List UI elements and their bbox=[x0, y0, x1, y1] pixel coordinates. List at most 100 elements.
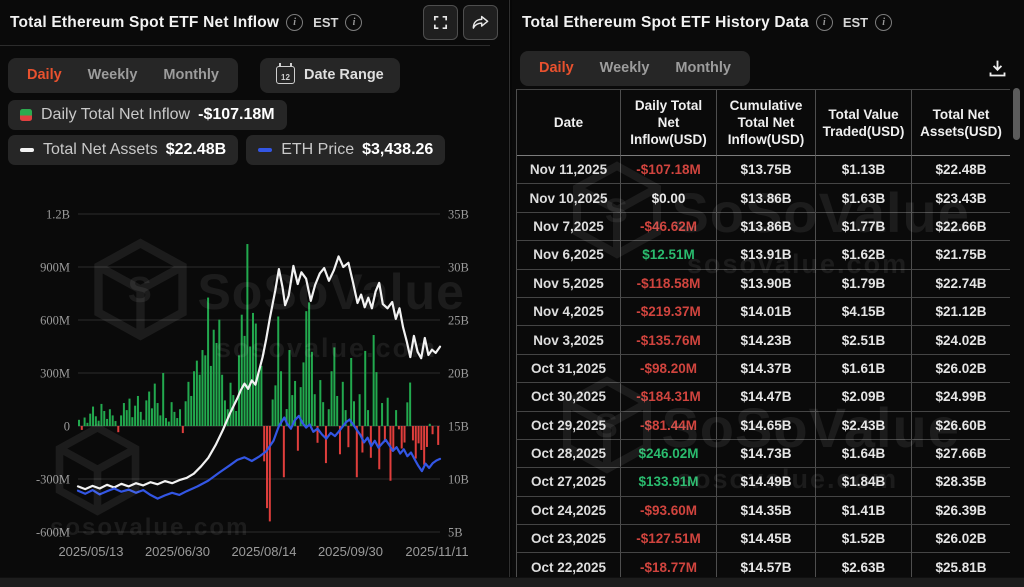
date-range-button[interactable]: 12 Date Range bbox=[259, 57, 400, 93]
inflow-chart[interactable]: S SoSoValue sosovalue.com sosovalue.com … bbox=[0, 182, 508, 578]
table-value-cell: $1.79B bbox=[816, 269, 912, 298]
inflow-bar bbox=[406, 402, 409, 426]
tab-daily[interactable]: Daily bbox=[14, 58, 75, 93]
table-value-cell: $1.84B bbox=[816, 468, 912, 497]
x-axis-tick: 2025/05/13 bbox=[58, 544, 123, 559]
net-inflow-chart-panel: Total Ethereum Spot ETF Net Inflow i EST… bbox=[0, 0, 508, 587]
x-axis-tick: 2025/09/30 bbox=[318, 544, 383, 559]
x-axis-tick: 2025/11/11 bbox=[405, 544, 468, 559]
table-date-cell: Nov 6,2025 bbox=[517, 241, 621, 270]
inflow-bar bbox=[291, 395, 294, 426]
chart-canvas[interactable]: 1.2B 35B 900M 30B 600M 25B 300M 20B 0 15B -300M 10B… bbox=[0, 182, 505, 578]
inflow-bar bbox=[397, 426, 400, 430]
y-axis-left-tick: 900M bbox=[40, 261, 70, 275]
tab-daily[interactable]: Daily bbox=[526, 51, 587, 86]
white-line-marker-icon bbox=[20, 147, 34, 153]
table-value-cell: $21.12B bbox=[912, 298, 1010, 327]
inflow-bar bbox=[353, 401, 356, 426]
inflow-bar bbox=[136, 395, 139, 426]
inflow-bar bbox=[411, 426, 414, 441]
info-icon[interactable]: i bbox=[286, 14, 304, 31]
legend-label: Daily Total Net Inflow bbox=[41, 106, 191, 123]
legend-item-eth-price[interactable]: ETH Price $3,438.26 bbox=[246, 135, 446, 165]
table-value-cell: $1.62B bbox=[816, 241, 912, 270]
table-value-cell: $22.74B bbox=[912, 270, 1010, 298]
inflow-bar bbox=[122, 403, 125, 426]
table-value-cell: -$118.58M bbox=[621, 269, 717, 298]
right-controls: Daily Weekly Monthly bbox=[520, 50, 1016, 86]
fullscreen-button[interactable] bbox=[423, 5, 458, 40]
inflow-bar bbox=[100, 403, 103, 426]
inflow-bar bbox=[268, 426, 271, 522]
inflow-bar bbox=[305, 311, 308, 426]
table-value-cell: $26.39B bbox=[912, 497, 1010, 526]
x-axis-tick: 2025/08/14 bbox=[231, 544, 296, 559]
inflow-bar bbox=[167, 421, 170, 426]
table-date-cell: Nov 3,2025 bbox=[517, 326, 621, 355]
inflow-bar bbox=[114, 421, 117, 426]
inflow-bar bbox=[145, 400, 148, 426]
inflow-bar bbox=[162, 373, 165, 426]
table-scrollbar[interactable] bbox=[1013, 88, 1020, 140]
inflow-bar bbox=[251, 312, 254, 426]
legend-value: $3,438.26 bbox=[362, 141, 434, 158]
info-icon[interactable]: i bbox=[875, 14, 893, 31]
table-value-cell: $13.86B bbox=[717, 212, 816, 242]
inflow-bar bbox=[386, 397, 389, 426]
inflow-bar bbox=[324, 426, 327, 464]
tab-monthly[interactable]: Monthly bbox=[662, 51, 744, 86]
left-controls: Daily Weekly Monthly 12 Date Range bbox=[8, 57, 500, 93]
inflow-bar bbox=[209, 365, 212, 426]
inflow-bar bbox=[266, 426, 269, 509]
table-date-cell: Oct 27,2025 bbox=[517, 468, 621, 497]
inflow-bar bbox=[195, 360, 198, 426]
inflow-bar bbox=[308, 302, 311, 426]
table-value-cell: -$184.31M bbox=[621, 383, 717, 412]
table-value-cell: -$219.37M bbox=[621, 297, 717, 327]
right-panel-header: Total Ethereum Spot ETF History Data i E… bbox=[512, 0, 1024, 45]
inflow-bar bbox=[103, 410, 106, 426]
tab-weekly[interactable]: Weekly bbox=[587, 51, 663, 86]
table-value-cell: -$127.51M bbox=[621, 525, 717, 554]
table-value-cell: $26.02B bbox=[912, 525, 1010, 554]
table-value-cell: $22.48B bbox=[912, 156, 1010, 185]
info-icon[interactable]: i bbox=[345, 14, 363, 31]
table-date-cell: Oct 24,2025 bbox=[517, 496, 621, 526]
inflow-bar bbox=[319, 380, 322, 426]
date-range-label: Date Range bbox=[303, 67, 384, 83]
y-axis-left-tick: -300M bbox=[36, 473, 70, 487]
inflow-bar bbox=[78, 419, 80, 426]
table-date-cell: Nov 4,2025 bbox=[517, 297, 621, 327]
inflow-bar bbox=[176, 418, 179, 426]
inflow-bar bbox=[97, 420, 100, 426]
inflow-bar bbox=[86, 422, 89, 426]
table-value-cell: $14.45B bbox=[717, 525, 816, 554]
table-value-cell: $13.86B bbox=[717, 184, 816, 213]
table-value-cell: $2.43B bbox=[816, 411, 912, 440]
inflow-bar bbox=[181, 426, 184, 434]
share-button[interactable] bbox=[463, 5, 498, 40]
table-date-cell: Oct 30,2025 bbox=[517, 383, 621, 412]
tab-monthly[interactable]: Monthly bbox=[150, 58, 232, 93]
inflow-bar bbox=[423, 426, 426, 465]
inflow-bar bbox=[229, 382, 232, 426]
download-button[interactable] bbox=[987, 58, 1008, 79]
tab-weekly[interactable]: Weekly bbox=[75, 58, 151, 93]
legend-item-net-assets[interactable]: Total Net Assets $22.48B bbox=[8, 135, 239, 165]
inflow-bar bbox=[327, 409, 330, 426]
inflow-bar bbox=[153, 383, 156, 426]
inflow-bar bbox=[218, 319, 221, 426]
inflow-bar bbox=[288, 350, 291, 426]
info-icon[interactable]: i bbox=[815, 14, 833, 31]
table-date-cell: Oct 31,2025 bbox=[517, 354, 621, 384]
inflow-bar bbox=[367, 410, 370, 426]
legend-item-daily-inflow[interactable]: Daily Total Net Inflow -$107.18M bbox=[8, 100, 287, 130]
table-value-cell: $28.35B bbox=[912, 468, 1010, 497]
inflow-bar bbox=[212, 329, 215, 426]
inflow-bar bbox=[179, 409, 182, 426]
table-value-cell: $26.02B bbox=[912, 355, 1010, 384]
inflow-bar bbox=[341, 381, 344, 426]
inflow-bar bbox=[156, 403, 159, 426]
inflow-bar bbox=[173, 411, 176, 426]
table-date-cell: Oct 28,2025 bbox=[517, 439, 621, 469]
